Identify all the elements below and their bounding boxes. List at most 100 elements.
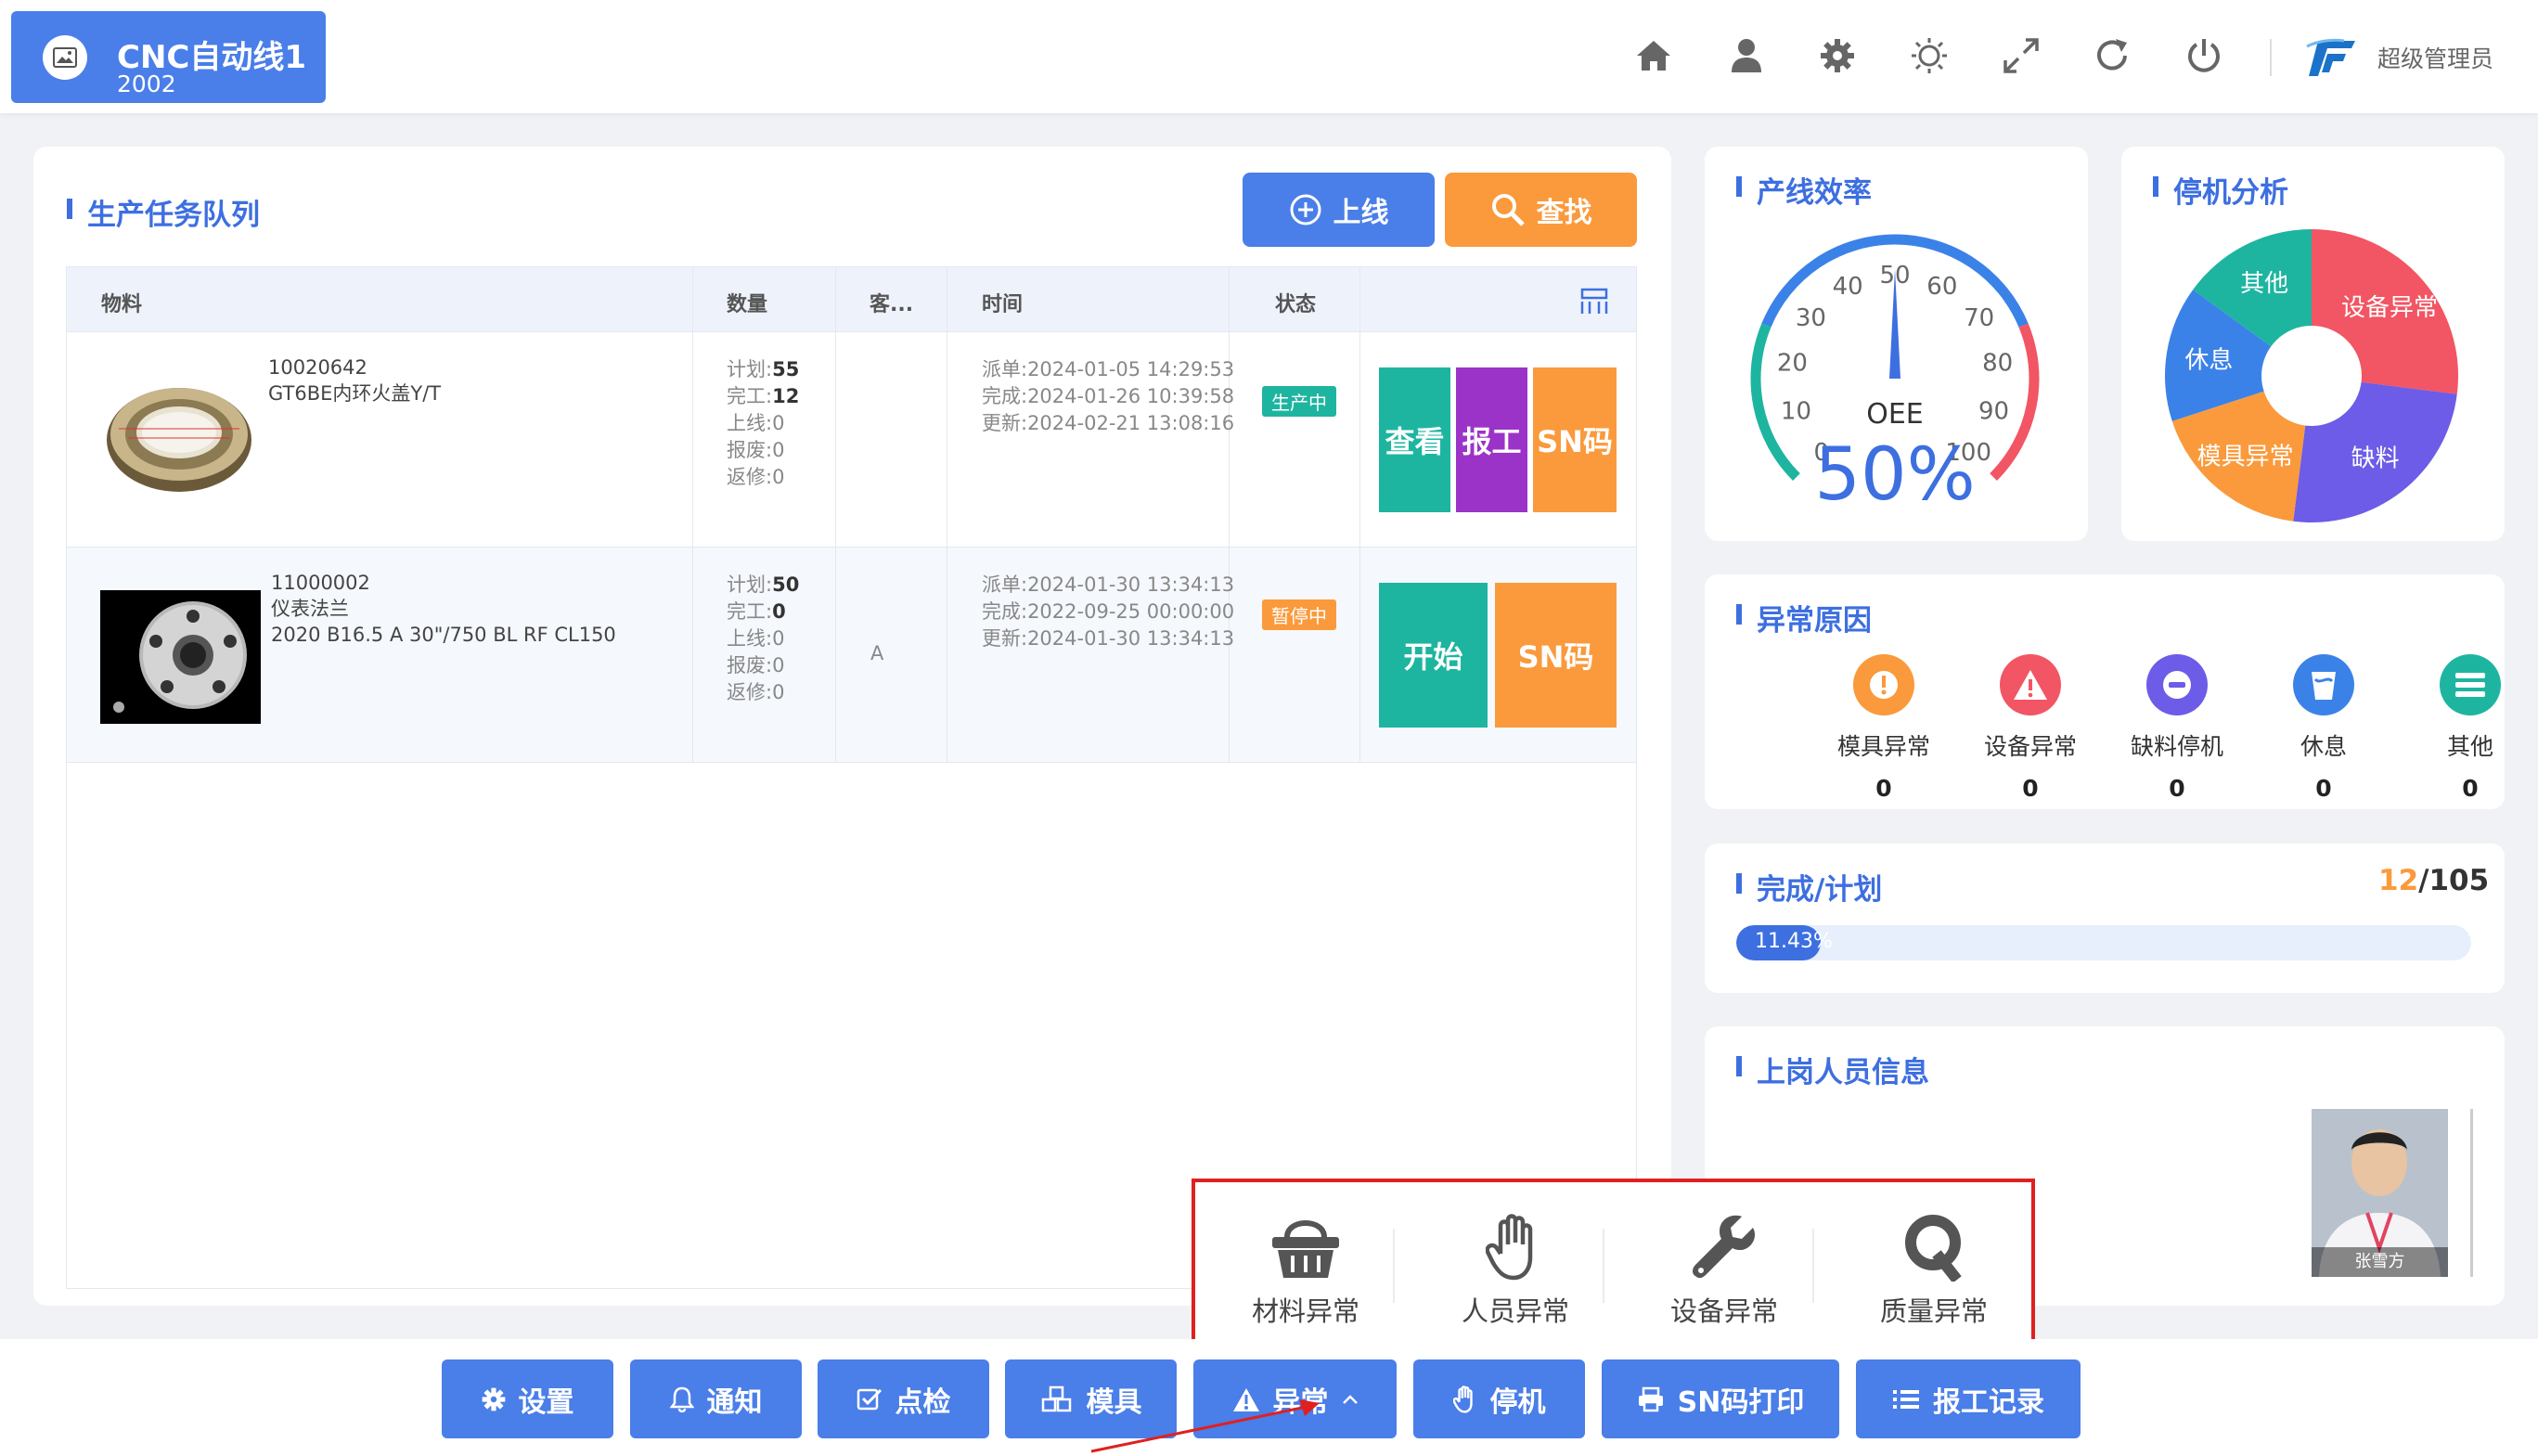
abnormal-item-count: 0 <box>2022 775 2039 802</box>
gear-icon <box>482 1387 505 1411</box>
col-customer: 客... <box>870 293 914 316</box>
downtime-title: 停机分析 <box>2153 169 2288 211</box>
abnormal-item-rest[interactable]: 休息 0 <box>2250 654 2397 802</box>
quality-abnormal-option[interactable]: 质量异常 <box>1829 1210 2039 1329</box>
abnormal-reason-panel: 异常原因 模具异常 0 设备异常 0 缺料停机 0 休息 0 其他 0 <box>1705 574 2505 809</box>
list-icon <box>1893 1389 1919 1409</box>
user-icon[interactable] <box>1724 33 1769 78</box>
material-name: 仪表法兰 <box>271 598 349 620</box>
abnormal-item-mold[interactable]: 模具异常 0 <box>1810 654 1957 802</box>
header-separator <box>2270 39 2272 76</box>
quantity-block: 计划:50 完工:0 上线:0 报废:0 返修:0 <box>727 573 800 703</box>
staff-scrollbar[interactable] <box>2470 1109 2473 1277</box>
column-settings-icon[interactable] <box>1580 288 1608 316</box>
checkbox-icon <box>857 1388 882 1410</box>
pie-center-hole <box>2261 326 2362 426</box>
personnel-abnormal-option[interactable]: 人员异常 <box>1411 1210 1620 1329</box>
power-icon[interactable] <box>2182 33 2226 78</box>
sn-code-button[interactable]: SN码 <box>1533 367 1617 512</box>
online-button[interactable]: 上线 <box>1243 173 1435 247</box>
annotation-arrow <box>1090 1399 1320 1453</box>
gauge-tick-label: 90 <box>1978 398 2009 426</box>
warning-triangle-icon <box>2000 654 2061 715</box>
gear-icon[interactable] <box>1815 33 1860 78</box>
refresh-icon[interactable] <box>2090 33 2134 78</box>
gauge-tick-label: 10 <box>1781 398 1811 426</box>
company-logo-icon <box>2305 37 2357 80</box>
stop-button[interactable]: 停机 <box>1413 1359 1585 1438</box>
staff-name: 张雪方 <box>2312 1247 2448 1277</box>
pie-slice-label: 缺料 <box>2351 445 2400 472</box>
oee-gauge: 0102030405060708090100OEE50% <box>1750 234 2040 517</box>
table-row[interactable]: 11000002 仪表法兰 2020 B16.5 A 30"/750 BL RF… <box>67 548 1636 763</box>
abnormal-item-label: 休息 <box>2300 733 2347 760</box>
fullscreen-icon[interactable] <box>1999 33 2043 78</box>
inspection-button-label: 点检 <box>895 1385 951 1419</box>
quality-q-icon <box>1829 1210 2039 1284</box>
pie-slice-label: 设备异常 <box>2341 294 2438 322</box>
line-badge[interactable]: CNC自动线1 2002 <box>11 11 326 103</box>
status-badge: 生产中 <box>1262 386 1336 417</box>
quantity-block: 计划:55 完工:12 上线:0 报废:0 返修:0 <box>727 358 800 488</box>
col-status: 状态 <box>1275 293 1317 316</box>
completion-title: 完成/计划 <box>1736 866 1882 908</box>
material-code: 10020642 <box>268 356 367 379</box>
bell-icon <box>669 1386 694 1412</box>
image-icon <box>43 35 87 80</box>
pie-slice-label: 模具异常 <box>2197 443 2294 470</box>
task-queue-title: 生产任务队列 <box>67 191 260 233</box>
basket-icon <box>1201 1210 1411 1284</box>
exclamation-icon <box>1853 654 1914 715</box>
material-abnormal-option[interactable]: 材料异常 <box>1201 1210 1411 1329</box>
notice-button[interactable]: 通知 <box>630 1359 802 1438</box>
status-badge: 暂停中 <box>1262 599 1336 630</box>
equipment-abnormal-option[interactable]: 设备异常 <box>1619 1210 1829 1329</box>
gauge-tick-label: 40 <box>1833 273 1863 301</box>
gauge-value: 50% <box>1814 433 1975 517</box>
sn-print-button[interactable]: SN码打印 <box>1602 1359 1839 1438</box>
col-time: 时间 <box>982 293 1024 316</box>
hand-icon <box>1411 1210 1620 1284</box>
gauge-tick-label: 70 <box>1964 304 1994 332</box>
time-block: 派单:2024-01-05 14:29:53 完成:2024-01-26 10:… <box>982 358 1235 434</box>
sn-print-button-label: SN码打印 <box>1677 1385 1805 1419</box>
search-button[interactable]: 查找 <box>1445 173 1637 247</box>
current-user-name[interactable]: 超级管理员 <box>2377 41 2493 74</box>
material-code: 11000002 <box>271 572 370 594</box>
abnormal-item-other[interactable]: 其他 0 <box>2397 654 2538 802</box>
material-name: GT6BE内环火盖Y/T <box>268 382 442 405</box>
gauge-tick-label: 30 <box>1796 304 1826 332</box>
abnormal-item-label: 模具异常 <box>1836 733 1930 760</box>
online-button-label: 上线 <box>1333 197 1389 229</box>
task-table: 物料 数量 客... 时间 状态 10020642 GT6BE内环火盖Y/T 计… <box>66 266 1637 1289</box>
abnormal-item-count: 0 <box>2169 775 2185 802</box>
sn-code-button[interactable]: SN码 <box>1495 583 1617 728</box>
plus-circle-icon <box>1290 194 1321 225</box>
table-row[interactable]: 10020642 GT6BE内环火盖Y/T 计划:55 完工:12 上线:0 报… <box>67 332 1636 548</box>
abnormal-item-shortage[interactable]: 缺料停机 0 <box>2104 654 2250 802</box>
view-button[interactable]: 查看 <box>1379 367 1450 512</box>
settings-button[interactable]: 设置 <box>442 1359 613 1438</box>
abnormal-item-label: 设备异常 <box>1983 733 2077 760</box>
abnormal-item-label: 其他 <box>2446 733 2493 760</box>
report-work-button[interactable]: 报工 <box>1456 367 1527 512</box>
material-image <box>100 373 258 503</box>
inspection-button[interactable]: 点检 <box>818 1359 989 1438</box>
top-header: CNC自动线1 2002 超级管理员 <box>0 0 2538 113</box>
abnormal-item-equipment[interactable]: 设备异常 0 <box>1957 654 2104 802</box>
completion-percent: 11.43% <box>1755 930 1833 953</box>
abnormal-item-count: 0 <box>1875 775 1892 802</box>
work-report-record-button[interactable]: 报工记录 <box>1856 1359 2081 1438</box>
gauge-tick-label: 80 <box>1982 349 2013 377</box>
customer-cell: A <box>870 642 884 664</box>
brightness-icon[interactable] <box>1907 33 1952 78</box>
downtime-pie-chart: 设备异常缺料 模具异常 休息 其他 <box>2165 229 2458 522</box>
chevron-up-icon <box>1342 1394 1358 1404</box>
staff-avatar[interactable]: 张雪方 <box>2312 1109 2448 1277</box>
home-icon[interactable] <box>1631 33 1676 78</box>
abnormal-item-count: 0 <box>2462 775 2479 802</box>
start-button[interactable]: 开始 <box>1379 583 1488 728</box>
cup-icon <box>2293 654 2354 715</box>
abnormal-reason-title: 异常原因 <box>1736 597 1872 638</box>
equipment-abnormal-label: 设备异常 <box>1669 1295 1778 1327</box>
